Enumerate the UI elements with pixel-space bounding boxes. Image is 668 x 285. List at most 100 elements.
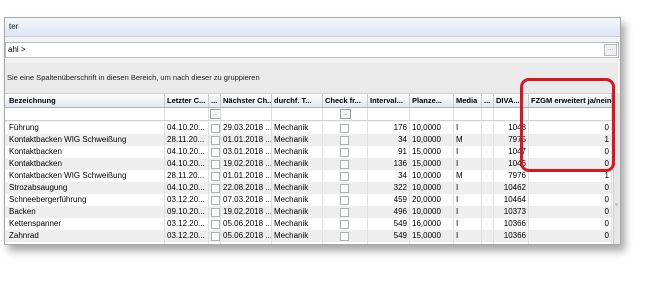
- row-checkbox[interactable]: [211, 184, 220, 193]
- filter-cell-media[interactable]: [454, 108, 482, 120]
- cell-interval: 34: [368, 170, 410, 182]
- cell-check[interactable]: [323, 194, 368, 206]
- row-checkbox[interactable]: [340, 184, 349, 193]
- cell-check[interactable]: [323, 122, 368, 134]
- cell-naechster: 22.08.2018 ...: [223, 182, 272, 194]
- filter-cell-bezeichnung[interactable]: [7, 108, 165, 120]
- cell-dots2: [482, 146, 494, 158]
- column-header-bezeichnung[interactable]: Bezeichnung: [7, 94, 165, 107]
- cell-check[interactable]: [323, 218, 368, 230]
- cell-check[interactable]: [323, 182, 368, 194]
- cell-check[interactable]: [323, 230, 368, 242]
- cell-check[interactable]: [323, 158, 368, 170]
- cell-dots[interactable]: [209, 194, 221, 206]
- cell-dots[interactable]: [209, 122, 221, 134]
- cell-dots[interactable]: [209, 170, 221, 182]
- row-checkbox[interactable]: [211, 196, 220, 205]
- cell-check[interactable]: [323, 170, 368, 182]
- row-checkbox[interactable]: [340, 148, 349, 157]
- row-checkbox[interactable]: [211, 172, 220, 181]
- cell-media: M: [454, 170, 482, 182]
- cell-planze: 10,0000: [410, 242, 454, 244]
- cell-dots[interactable]: [209, 134, 221, 146]
- cell-diva: 10373: [494, 206, 529, 218]
- cell-diva: 10464: [494, 194, 529, 206]
- filter-cell-naechster[interactable]: [221, 108, 272, 120]
- cell-naechster: 12.06.2018 ...: [221, 242, 272, 244]
- filter-cell-dots[interactable]: ...: [209, 108, 221, 120]
- cell-dots[interactable]: [209, 230, 221, 242]
- cell-dots[interactable]: [209, 242, 221, 245]
- cell-fzgm: 0: [529, 242, 612, 244]
- row-checkbox[interactable]: [211, 220, 220, 229]
- row-checkbox[interactable]: [340, 124, 349, 133]
- column-header-check[interactable]: Check fr...: [323, 94, 368, 107]
- cell-dots2: [482, 122, 494, 134]
- cell-durchf: Mechanik: [272, 194, 323, 206]
- cell-fzgm: 0: [529, 194, 612, 206]
- row-checkbox[interactable]: [211, 244, 220, 245]
- row-checkbox[interactable]: [340, 220, 349, 229]
- cell-media: I: [454, 158, 482, 170]
- filter-cell-durchf[interactable]: [272, 108, 323, 120]
- cell-check[interactable]: [323, 242, 368, 245]
- row-checkbox[interactable]: [340, 208, 349, 217]
- cell-planze: 10,0000: [410, 206, 454, 218]
- cell-naechster: 29.03.2018 ...: [223, 122, 272, 134]
- filter-cell-check[interactable]: ...: [323, 108, 368, 120]
- row-checkbox[interactable]: [211, 208, 220, 217]
- cell-dots[interactable]: [209, 218, 221, 230]
- column-header-naechster[interactable]: Nächster Ch...: [221, 94, 272, 107]
- cell-planze: 15,0000: [410, 146, 454, 158]
- scroll-grip-icon[interactable]: ≡: [615, 202, 619, 212]
- column-header-letzter[interactable]: Letzter C...: [165, 94, 209, 107]
- table-row[interactable]: Aufnahme04.10.20... 12.06.2018 ...Mechani…: [5, 242, 618, 245]
- column-header-planze[interactable]: Planze...: [410, 94, 454, 107]
- column-header-media[interactable]: Media: [454, 94, 482, 107]
- row-checkbox[interactable]: [340, 136, 349, 145]
- combo-ellipsis-button[interactable]: ...: [604, 44, 617, 56]
- cell-bezeichnung: Führung: [7, 122, 165, 134]
- filter-cell-planze[interactable]: [410, 108, 454, 120]
- cell-planze: 15,0000: [410, 230, 454, 242]
- filter-cell-dots2[interactable]: [482, 108, 494, 120]
- row-checkbox[interactable]: [340, 196, 349, 205]
- row-checkbox[interactable]: [340, 172, 349, 181]
- cell-dots2: [482, 194, 494, 206]
- group-by-hint: Sie eine Spaltenüberschrift in diesen Be…: [7, 73, 260, 82]
- cell-check[interactable]: [323, 206, 368, 218]
- row-checkbox[interactable]: [211, 148, 220, 157]
- filter-dropdown-button[interactable]: ...: [210, 109, 220, 119]
- row-checkbox[interactable]: [211, 160, 220, 169]
- cell-interval: 549: [368, 230, 410, 242]
- filter-cell-letzter[interactable]: [165, 108, 209, 120]
- cell-diva: 7976: [494, 170, 529, 182]
- cell-durchf: Mechanik: [272, 170, 323, 182]
- cell-dots[interactable]: [209, 146, 221, 158]
- row-checkbox[interactable]: [340, 232, 349, 241]
- row-checkbox[interactable]: [211, 136, 220, 145]
- filter-dropdown-button[interactable]: ...: [340, 109, 351, 119]
- cell-interval: 34: [368, 134, 410, 146]
- filter-cell-interval[interactable]: [368, 108, 410, 120]
- cell-durchf: Mechanik: [272, 158, 323, 170]
- cell-dots[interactable]: [209, 182, 221, 194]
- row-checkbox[interactable]: [340, 244, 349, 245]
- selection-combo[interactable]: ahl > ...: [5, 42, 619, 58]
- cell-naechster: 07.03.2018 ...: [223, 194, 272, 206]
- cell-interval: 251: [368, 242, 410, 244]
- row-checkbox[interactable]: [340, 160, 349, 169]
- cell-dots[interactable]: [209, 206, 221, 218]
- cell-check[interactable]: [323, 146, 368, 158]
- column-header-dots[interactable]: ...: [209, 94, 221, 107]
- cell-interval: 459: [368, 194, 410, 206]
- row-checkbox[interactable]: [211, 124, 220, 133]
- cell-naechster: 01.01.2018 ...: [223, 170, 272, 182]
- cell-check[interactable]: [323, 134, 368, 146]
- column-header-dots2[interactable]: ...: [482, 94, 494, 107]
- column-header-durchf[interactable]: durchf. T...: [272, 94, 323, 107]
- cell-dots[interactable]: [209, 158, 221, 170]
- row-checkbox[interactable]: [211, 232, 220, 241]
- cell-bezeichnung: Kontaktbacken WIG Schweißung: [7, 170, 165, 182]
- column-header-interval[interactable]: Interval...: [368, 94, 410, 107]
